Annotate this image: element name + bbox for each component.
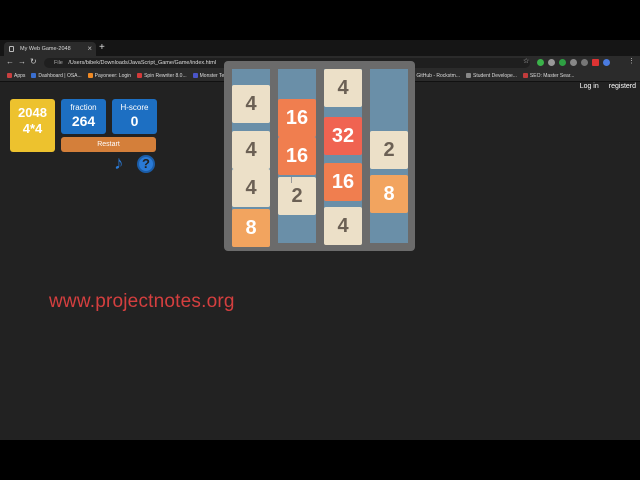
bookmark-icon [31, 73, 37, 78]
site-url-watermark: www.projectnotes.org [49, 291, 235, 312]
bookmark-label: GitHub - Rockstm... [416, 72, 460, 79]
browser-tab[interactable]: My Web Game-2048 × [4, 42, 96, 56]
bookmark-item[interactable]: GitHub - Rockstm... [409, 73, 460, 79]
register-link[interactable]: registerd [609, 83, 636, 90]
bookmark-icon [137, 73, 143, 78]
bookmark-label: Payoneer: Login [94, 72, 132, 79]
tile: 4 [232, 169, 270, 207]
bookmark-label: SEO: Master Sear... [529, 72, 575, 79]
file-label: File [54, 60, 63, 66]
game-logo: 2048 4*4 [10, 99, 55, 152]
music-note-icon[interactable]: ♪ [114, 153, 124, 175]
new-tab-button[interactable]: + [99, 42, 105, 53]
bookmark-item[interactable]: Student Develope... [466, 73, 517, 79]
bookmark-label: Spin Rewriter 8.0... [144, 72, 187, 79]
bookmark-item[interactable]: Spin Rewriter 8.0... [137, 73, 187, 79]
bookmark-item[interactable]: SEO: Master Sear... [522, 72, 575, 79]
bookmark-icon [7, 73, 12, 78]
bookmark-icon [87, 73, 93, 78]
extension-icon[interactable] [570, 59, 577, 66]
close-tab-icon[interactable]: × [87, 44, 92, 53]
extension-icon[interactable] [592, 59, 599, 66]
tile: 2 [278, 177, 316, 215]
back-icon[interactable]: ← [6, 57, 14, 66]
restart-button[interactable]: Restart [61, 137, 156, 152]
logo-size: 4*4 [22, 121, 43, 136]
tab-title: My Web Game-2048 [20, 46, 71, 52]
bookmark-label: Apps [14, 72, 26, 79]
extension-icon[interactable] [581, 59, 588, 66]
tile: 8 [232, 209, 270, 247]
page-icon [9, 46, 14, 52]
bookmark-icon [192, 73, 198, 78]
game-board[interactable]: 4 4 4 8 16 16 2 4 32 16 4 2 8 [224, 61, 415, 251]
profile-avatar-icon[interactable] [603, 59, 610, 66]
high-score-label: H-score [120, 103, 149, 112]
bookmark-star-icon[interactable]: ☆ [523, 57, 529, 65]
tile: 2 [370, 131, 408, 169]
high-score-box: H-score 0 [112, 99, 157, 134]
bookmark-label: Dashboard | OSA... [38, 72, 82, 79]
bookmark-item[interactable]: Apps [7, 73, 25, 79]
auth-links: Log in registerd [580, 83, 636, 90]
tile: 16 [324, 163, 362, 201]
tile: 4 [232, 85, 270, 123]
extension-icon[interactable] [537, 59, 544, 66]
tile: 4 [324, 207, 362, 245]
score-value: 264 [71, 113, 96, 129]
high-score-value: 0 [130, 113, 139, 129]
extension-icon[interactable] [548, 59, 555, 66]
extension-icons [537, 59, 610, 66]
tile: 16 [278, 99, 316, 137]
forward-icon[interactable]: → [18, 57, 26, 66]
url-text: /Users/bibek/Downloads/JavaScript_Game/G… [68, 60, 217, 66]
score-box: fraction 264 [61, 99, 106, 134]
tile: 4 [232, 131, 270, 169]
reload-icon[interactable]: ↻ [30, 57, 37, 66]
mouse-cursor [291, 177, 293, 183]
menu-dots-icon[interactable]: ⋮ [628, 57, 635, 65]
tile: 8 [370, 175, 408, 213]
help-icon[interactable]: ? [137, 155, 155, 173]
login-link[interactable]: Log in [580, 83, 599, 90]
tile: 4 [324, 69, 362, 107]
score-label: fraction [70, 103, 97, 112]
bookmark-label: Student Develope... [473, 72, 517, 79]
bookmark-item[interactable]: Payoneer: Login [87, 72, 132, 79]
bookmark-icon [522, 73, 528, 78]
tile: 32 [324, 117, 362, 155]
extension-icon[interactable] [559, 59, 566, 66]
bookmark-item[interactable]: Dashboard | OSA... [31, 72, 82, 79]
tile: 16 [278, 137, 316, 175]
bookmark-icon [466, 73, 471, 78]
tab-bar: My Web Game-2048 × + [0, 40, 640, 56]
logo-title: 2048 [18, 105, 47, 120]
